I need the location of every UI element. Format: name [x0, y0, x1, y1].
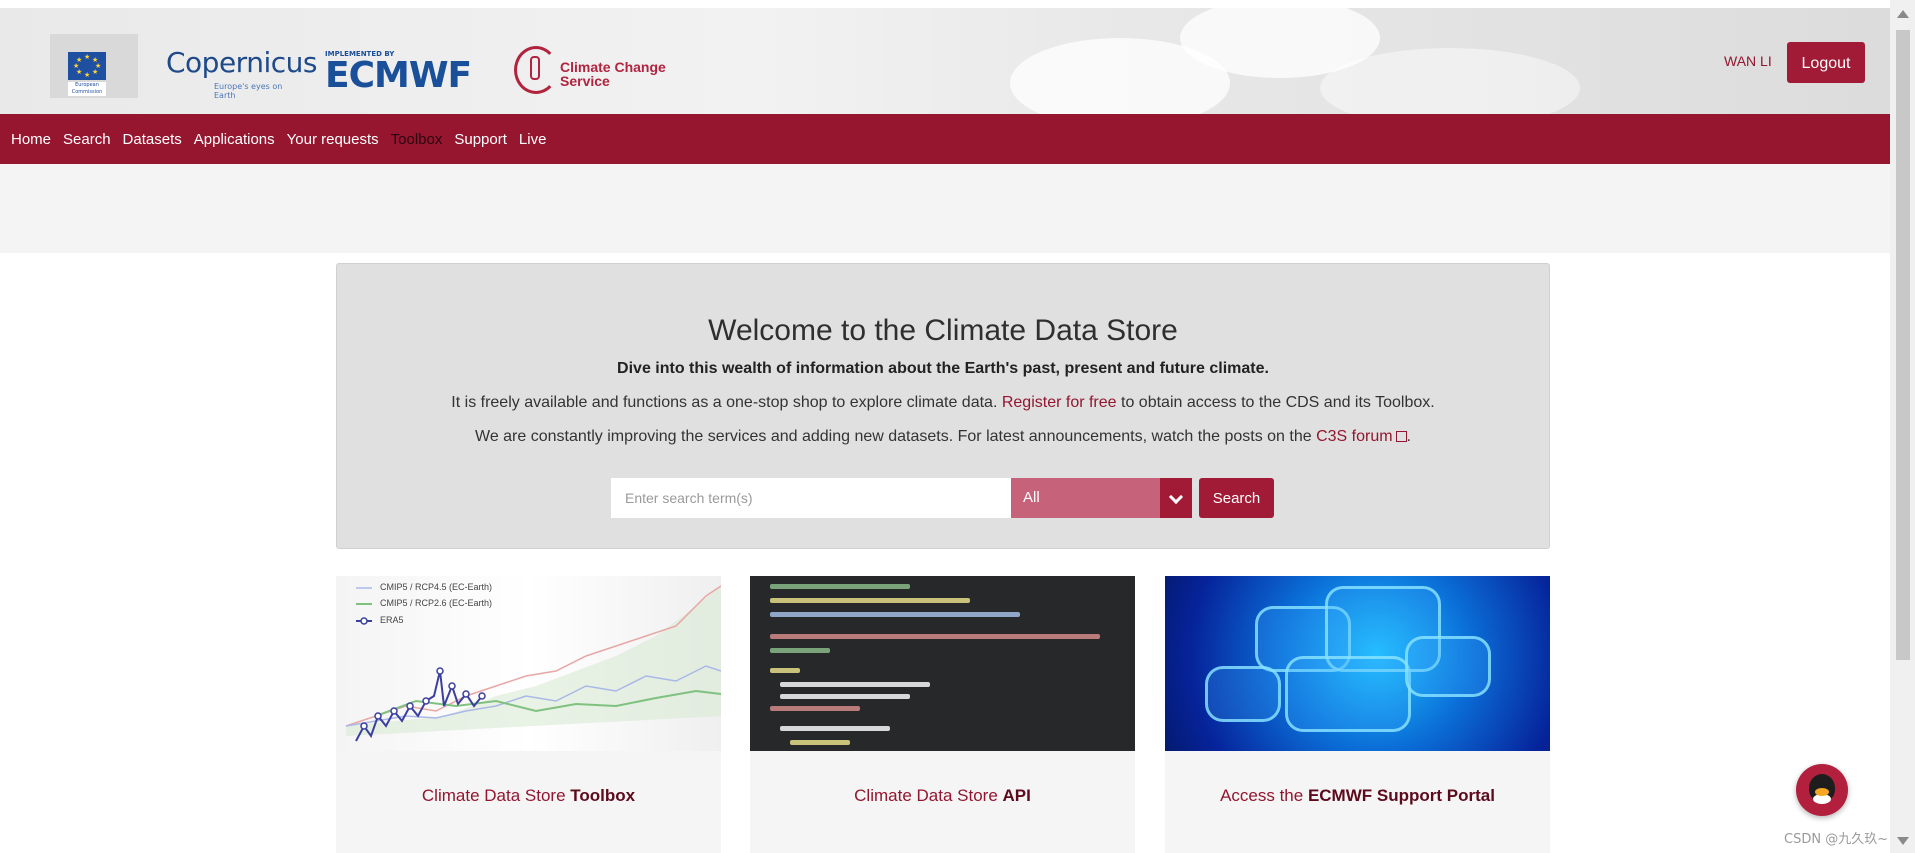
eu-logo[interactable]: ★ ★ ★ ★ ★ ★ ★ ★ European Commission — [50, 34, 138, 98]
nav-item-search[interactable]: Search — [63, 131, 111, 148]
penguin-beak — [1815, 788, 1829, 796]
card-support-title-bold: ECMWF Support Portal — [1307, 786, 1495, 805]
copernicus-tagline: Europe's eyes on Earth — [214, 82, 283, 100]
page: ★ ★ ★ ★ ★ ★ ★ ★ European Commission Cope… — [0, 0, 1890, 853]
hero-para1-text-after: to obtain access to the CDS and its Tool… — [1121, 394, 1435, 411]
welcome-panel: Welcome to the Climate Data Store Dive i… — [336, 263, 1550, 549]
legend-rcp45: CMIP5 / RCP4.5 (EC-Earth) — [380, 582, 493, 592]
page-scrollbar[interactable] — [1890, 0, 1915, 853]
search-input[interactable] — [611, 478, 1011, 518]
card-support-title-plain: Access the — [1220, 786, 1308, 805]
copernicus-wordmark: Copernicus — [166, 46, 317, 79]
card-api-title[interactable]: Climate Data Store API — [750, 786, 1135, 806]
toolbox-chart-image: CMIP5 / RCP4.5 (EC-Earth) CMIP5 / RCP2.6… — [336, 576, 721, 751]
eu-flag-icon: ★ ★ ★ ★ ★ ★ ★ ★ — [68, 52, 106, 80]
c3s-wordmark: Climate Change Service — [560, 59, 666, 89]
card-api-title-plain: Climate Data Store — [854, 786, 1003, 805]
support-chat-image — [1165, 576, 1550, 751]
c3s-forum-link[interactable]: C3S forum — [1316, 428, 1407, 445]
card-toolbox[interactable]: CMIP5 / RCP4.5 (EC-Earth) CMIP5 / RCP2.6… — [336, 576, 721, 853]
card-toolbox-title-bold: Toolbox — [570, 786, 636, 805]
nav-item-datasets[interactable]: Datasets — [123, 131, 182, 148]
page-title: Welcome to the Climate Data Store — [708, 314, 1178, 347]
user-name-link[interactable]: WAN LI — [1724, 53, 1772, 69]
chevron-down-icon — [1168, 489, 1184, 505]
nav-item-home[interactable]: Home — [11, 131, 51, 148]
ecmwf-wordmark: ECMWF — [325, 55, 472, 96]
hero-para1-text: It is freely available and functions as … — [451, 394, 998, 411]
main-nav: Home Search Datasets Applications Your r… — [0, 114, 1890, 164]
search-category-select[interactable]: All — [1011, 478, 1160, 518]
scroll-down-icon[interactable] — [1897, 837, 1909, 845]
scroll-up-icon[interactable] — [1897, 10, 1909, 18]
nav-item-live[interactable]: Live — [519, 131, 547, 148]
search-button[interactable]: Search — [1199, 478, 1274, 518]
logout-button[interactable]: Logout — [1787, 42, 1865, 83]
c3s-forum-link-label: C3S forum — [1316, 428, 1393, 445]
api-code-image — [750, 576, 1135, 751]
eu-logo-text: European Commission — [68, 82, 106, 96]
nav-item-your-requests[interactable]: Your requests — [287, 131, 379, 148]
scrollbar-thumb[interactable] — [1896, 30, 1910, 660]
hero-paragraph-register: It is freely available and functions as … — [337, 394, 1549, 412]
watermark: CSDN @九久玖~ — [1784, 832, 1889, 847]
hero-paragraph-forum: We are constantly improving the services… — [337, 428, 1549, 446]
chat-assistant-button[interactable] — [1796, 764, 1848, 816]
card-api[interactable]: Climate Data Store API — [750, 576, 1135, 853]
nav-item-applications[interactable]: Applications — [194, 131, 275, 148]
hero-subtitle: Dive into this wealth of information abo… — [617, 360, 1269, 377]
external-link-icon — [1395, 431, 1407, 442]
banner-band — [0, 164, 1890, 253]
legend-rcp26: CMIP5 / RCP2.6 (EC-Earth) — [380, 598, 493, 608]
card-toolbox-title[interactable]: Climate Data Store Toolbox — [336, 786, 721, 806]
thermometer-icon — [530, 56, 540, 80]
legend-era5: ERA5 — [380, 615, 404, 625]
nav-item-support[interactable]: Support — [454, 131, 507, 148]
nav-item-toolbox[interactable]: Toolbox — [391, 131, 443, 148]
card-toolbox-title-plain: Climate Data Store — [421, 786, 571, 805]
card-api-title-bold: API — [1002, 786, 1031, 805]
select-dropdown-toggle[interactable] — [1160, 478, 1192, 518]
register-link[interactable]: Register for free — [1002, 394, 1117, 411]
copernicus-logo[interactable]: Copernicus Europe's eyes on Earth — [166, 46, 317, 100]
card-support[interactable]: Access the ECMWF Support Portal — [1165, 576, 1550, 853]
hero-para2-text: We are constantly improving the services… — [475, 428, 1312, 445]
hero-para2-text-after: . — [1406, 428, 1411, 445]
ecmwf-logo[interactable]: IMPLEMENTED BY ECMWF — [325, 50, 472, 96]
site-header: ★ ★ ★ ★ ★ ★ ★ ★ European Commission Cope… — [0, 8, 1890, 114]
card-support-title[interactable]: Access the ECMWF Support Portal — [1165, 786, 1550, 806]
